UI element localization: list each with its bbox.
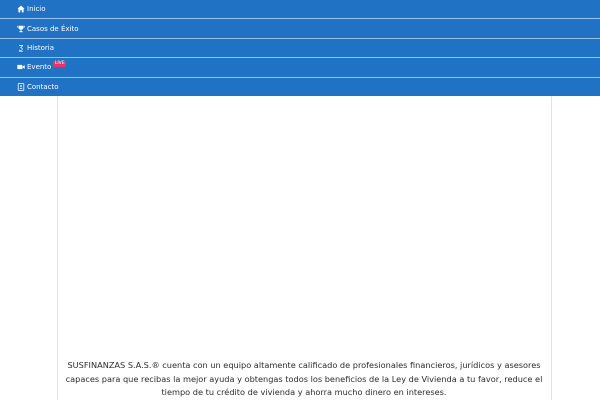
nav-item-casos-de-exito[interactable]: Casos de Éxito xyxy=(0,19,600,39)
nav-item-label: Historia xyxy=(27,43,54,52)
nav-item-label: Contacto xyxy=(27,82,59,91)
content-panel xyxy=(57,96,552,400)
company-description: SUSFINANZAS S.A.S.® cuenta con un equipo… xyxy=(65,360,543,397)
nav-item-inicio[interactable]: Inicio xyxy=(0,0,600,20)
nav-item-evento[interactable]: Evento LIVE xyxy=(0,58,600,78)
nav-item-label: Evento xyxy=(27,63,52,72)
history-icon xyxy=(17,44,25,52)
home-icon xyxy=(17,5,25,13)
main-nav-menu: Inicio Casos de Éxito Historia Evento LI… xyxy=(0,0,600,96)
live-badge: LIVE xyxy=(53,61,67,68)
trophy-icon xyxy=(17,25,25,33)
video-camera-icon xyxy=(17,63,25,71)
nav-item-contacto[interactable]: Contacto xyxy=(0,78,600,96)
nav-item-label: Inicio xyxy=(27,5,46,14)
nav-item-label: Casos de Éxito xyxy=(27,24,79,33)
contact-book-icon xyxy=(17,82,25,91)
nav-item-historia[interactable]: Historia xyxy=(0,39,600,59)
